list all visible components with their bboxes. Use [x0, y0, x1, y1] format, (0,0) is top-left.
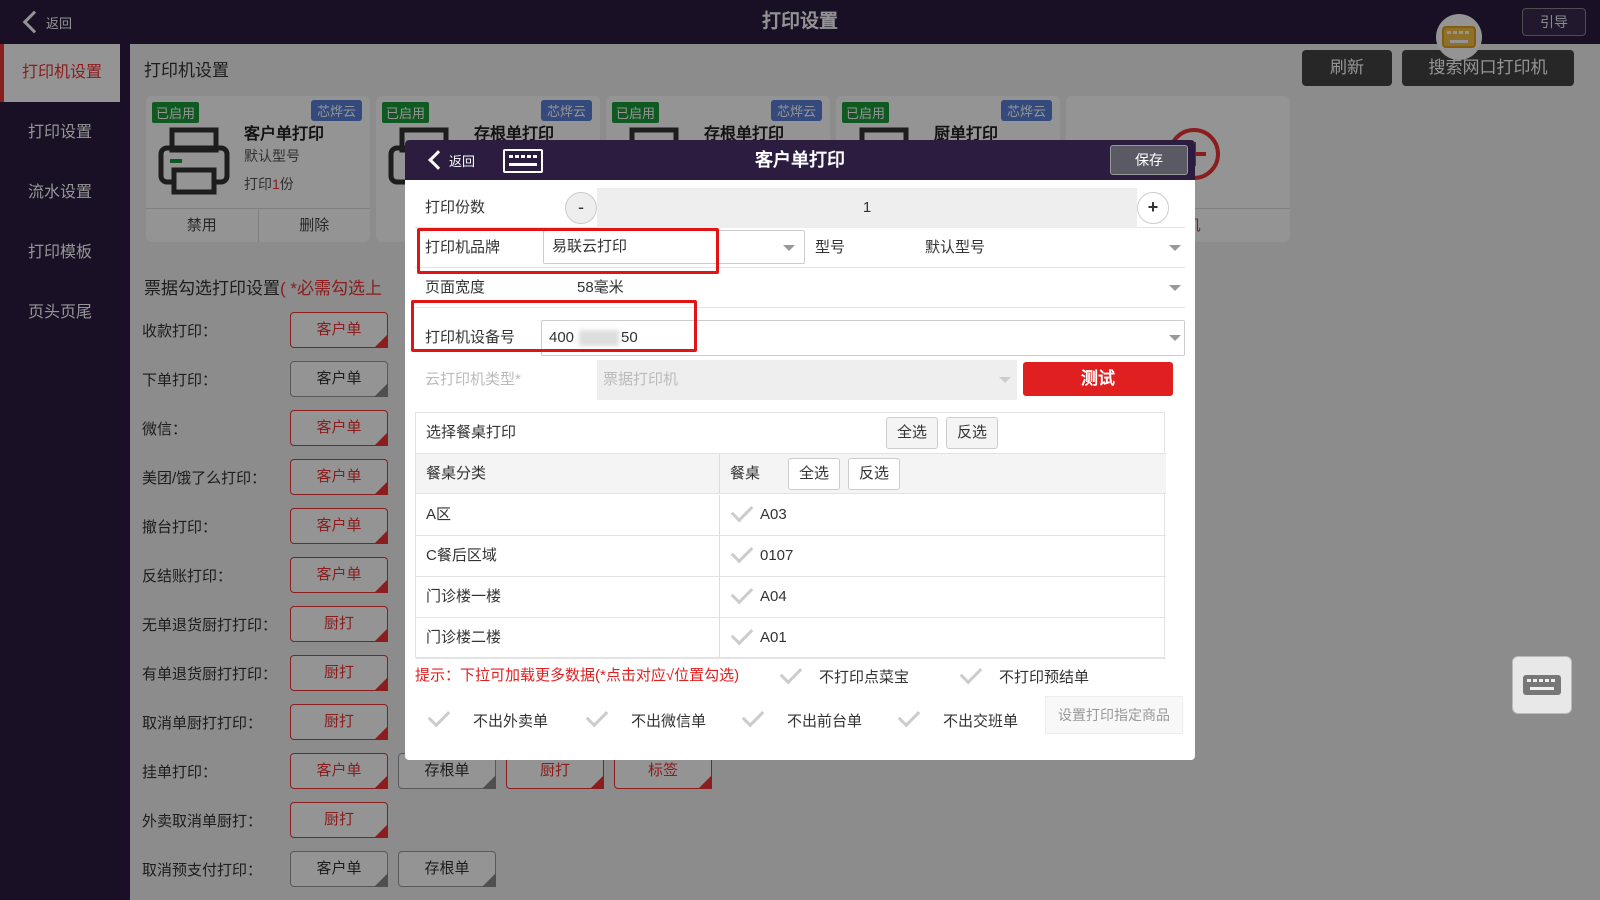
- specified-goods-button[interactable]: 设置打印指定商品: [1045, 696, 1183, 734]
- chevron-down-icon: [1169, 335, 1181, 341]
- category-cell: C餐后区域: [426, 547, 497, 564]
- model-label: 型号: [815, 239, 846, 256]
- chevron-left-icon: [428, 150, 448, 170]
- option-no-shift-label: 不出交班单: [943, 713, 1019, 730]
- select-all-button[interactable]: 全选: [886, 417, 938, 449]
- checkmark-icon[interactable]: [741, 704, 765, 728]
- table-select-label: 选择餐桌打印: [426, 424, 517, 441]
- column-divider: [719, 577, 720, 617]
- option-no-prebill-label: 不打印预结单: [999, 669, 1090, 686]
- table-cell: 0107: [760, 547, 794, 564]
- keyboard-icon: [1523, 675, 1561, 695]
- cloud-type-select[interactable]: 票据打印机: [597, 360, 1017, 400]
- category-cell: 门诊楼一楼: [426, 588, 502, 605]
- option-no-takeout-label: 不出外卖单: [473, 713, 549, 730]
- checkmark-icon[interactable]: [730, 622, 754, 646]
- checkmark-icon[interactable]: [730, 499, 754, 523]
- chevron-down-icon: [1169, 285, 1181, 291]
- table-cell: A01: [760, 629, 787, 646]
- checkmark-icon[interactable]: [959, 661, 983, 685]
- copies-value: 1: [862, 199, 872, 216]
- cloud-type-row: 云打印机类型* 票据打印机 测试: [415, 360, 1185, 400]
- option-no-front-label: 不出前台单: [787, 713, 863, 730]
- checkmark-icon[interactable]: [779, 661, 803, 685]
- option-no-dish-label: 不打印点菜宝: [819, 669, 910, 686]
- category-cell: 门诊楼二楼: [426, 629, 502, 646]
- checkmark-icon[interactable]: [427, 704, 451, 728]
- model-select[interactable]: 默认型号: [925, 228, 1175, 268]
- table-select-panel: 选择餐桌打印 全选 反选 餐桌分类 餐桌 全选 反选 A区 A03 C餐后区域 010…: [415, 412, 1166, 659]
- dialog-back-label: 返回: [449, 153, 476, 169]
- table-row: 门诊楼一楼 A04: [416, 577, 1166, 618]
- invert-tables-button[interactable]: 反选: [848, 458, 900, 490]
- table-row: C餐后区域 0107: [416, 536, 1166, 577]
- highlight-box: [411, 300, 697, 352]
- customer-print-dialog: 返回 客户单打印 保存 打印份数 1 - + 打印机品牌 易联云打印 型号 默认…: [405, 140, 1195, 760]
- table-row: A区 A03: [416, 495, 1166, 536]
- checkmark-icon[interactable]: [585, 704, 609, 728]
- table-header: 餐桌分类 餐桌 全选 反选: [416, 453, 1166, 494]
- column-divider: [719, 495, 720, 535]
- chevron-down-icon: [783, 245, 795, 251]
- cloud-type-label: 云打印机类型*: [425, 371, 521, 388]
- checkmark-icon[interactable]: [897, 704, 921, 728]
- checkmark-icon[interactable]: [730, 581, 754, 605]
- keyboard-keys-icon: [509, 155, 537, 166]
- test-button[interactable]: 测试: [1023, 362, 1173, 396]
- column-divider: [719, 454, 720, 494]
- checkmark-icon[interactable]: [730, 540, 754, 564]
- decrement-button[interactable]: -: [565, 192, 597, 224]
- dialog-back-button[interactable]: 返回: [425, 144, 475, 176]
- save-button[interactable]: 保存: [1110, 145, 1188, 175]
- chevron-down-icon: [999, 377, 1011, 383]
- table-cell: A03: [760, 506, 787, 523]
- keyboard-icon[interactable]: [503, 149, 543, 173]
- col-table-header: 餐桌: [730, 465, 761, 482]
- copies-row: 打印份数 1 - +: [415, 188, 1185, 228]
- select-all-tables-button[interactable]: 全选: [788, 458, 840, 490]
- column-divider: [719, 536, 720, 576]
- chevron-down-icon: [1169, 245, 1181, 251]
- table-cell: A04: [760, 588, 787, 605]
- invert-selection-button[interactable]: 反选: [946, 417, 998, 449]
- keyboard-button[interactable]: [1512, 656, 1572, 714]
- hint-text: 提示：下拉可加载更多数据(*点击对应√位置勾选): [415, 667, 740, 684]
- category-cell: A区: [426, 506, 452, 523]
- table-row: 门诊楼二楼 A01: [416, 618, 1166, 659]
- increment-button[interactable]: +: [1137, 192, 1169, 224]
- copies-label: 打印份数: [425, 199, 486, 216]
- col-category-header: 餐桌分类: [426, 465, 487, 482]
- option-no-wechat-label: 不出微信单: [631, 713, 707, 730]
- column-divider: [719, 618, 720, 658]
